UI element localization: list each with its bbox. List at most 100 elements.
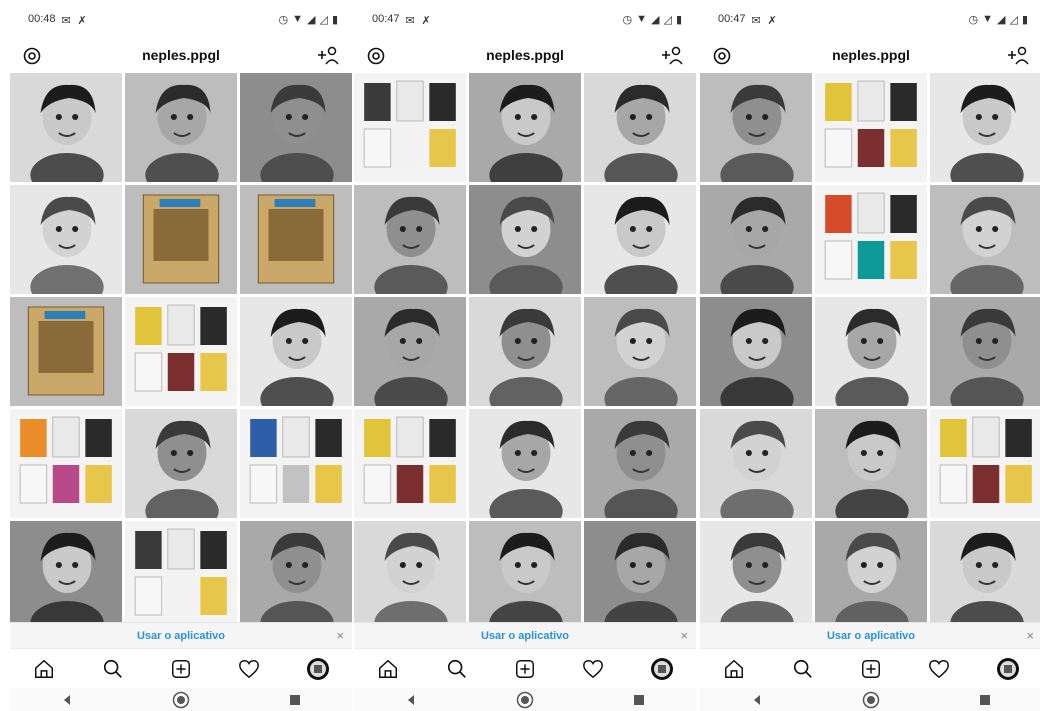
post-thumbnail-portrait-man[interactable] <box>469 297 581 406</box>
post-thumbnail-portrait-woman-laughing[interactable] <box>815 521 927 630</box>
post-thumbnail-book-orange[interactable] <box>354 73 466 182</box>
post-thumbnail-books-on-table[interactable] <box>10 409 122 518</box>
use-app-link[interactable]: Usar o aplicativo <box>481 630 569 642</box>
search-icon[interactable] <box>101 657 125 681</box>
bottom-tab-bar <box>354 648 696 688</box>
app-banner[interactable]: Usar o aplicativo × <box>700 622 1040 648</box>
android-nav-bar <box>700 688 1040 711</box>
use-app-link[interactable]: Usar o aplicativo <box>137 630 225 642</box>
post-thumbnail-books-on-table[interactable] <box>930 409 1040 518</box>
home-icon[interactable] <box>722 657 746 681</box>
app-banner[interactable]: Usar o aplicativo × <box>10 622 352 648</box>
settings-icon[interactable] <box>366 46 386 66</box>
status-bar: 00:48 ✉ ✗ ◷ ▼ ◢ ◿ ▮ <box>10 0 352 38</box>
post-thumbnail-book-stack[interactable] <box>125 297 237 406</box>
profile-header: neples.ppgl <box>354 38 696 72</box>
post-thumbnail-portrait-older-man-glasses[interactable] <box>700 521 812 630</box>
post-thumbnail-portrait-woman-curly[interactable] <box>354 297 466 406</box>
phone-screen-2: 00:47 ✉ ✗ ◷ ▼ ◢ ◿ ▮ neples.ppgl Usar o a… <box>354 0 696 711</box>
post-thumbnail-books-colorful[interactable] <box>125 521 237 630</box>
post-thumbnail-books-colorful[interactable] <box>240 409 352 518</box>
new-post-icon[interactable] <box>859 657 883 681</box>
wifi-icon: ▼ <box>292 13 303 25</box>
post-thumbnail-portrait-man-sunglasses-beard[interactable] <box>469 409 581 518</box>
search-icon[interactable] <box>791 657 815 681</box>
post-thumbnail-magazine-issue[interactable] <box>240 185 352 294</box>
post-thumbnail-portrait-man-glasses[interactable] <box>240 521 352 630</box>
bottom-tab-bar <box>700 648 1040 688</box>
search-icon[interactable] <box>445 657 469 681</box>
profile-avatar-icon[interactable] <box>996 657 1020 681</box>
post-thumbnail-portrait-woman-short-hair[interactable] <box>930 297 1040 406</box>
post-thumbnail-magazine-issue[interactable] <box>125 185 237 294</box>
add-user-icon[interactable] <box>1006 45 1030 65</box>
activity-heart-icon[interactable] <box>237 657 261 681</box>
app-banner[interactable]: Usar o aplicativo × <box>354 622 696 648</box>
activity-heart-icon[interactable] <box>581 657 605 681</box>
close-icon[interactable]: × <box>680 628 688 643</box>
post-thumbnail-portrait-curly-man[interactable] <box>930 185 1040 294</box>
post-thumbnail-magazine-issue[interactable] <box>10 297 122 406</box>
signal-icon: ◢ <box>997 13 1006 26</box>
post-thumbnail-portrait-older-man-glasses[interactable] <box>930 73 1040 182</box>
post-thumbnail-portrait-woman-curly-smiling[interactable] <box>815 409 927 518</box>
profile-header: neples.ppgl <box>700 38 1040 72</box>
home-nav-icon[interactable] <box>862 691 880 709</box>
alarm-icon: ◷ <box>622 13 633 26</box>
close-icon[interactable]: × <box>336 628 344 643</box>
post-thumbnail-portrait-curly-woman-glasses[interactable] <box>700 73 812 182</box>
post-thumbnail-portrait-man-curly-glasses[interactable] <box>125 73 237 182</box>
close-icon[interactable]: × <box>1026 628 1034 643</box>
post-thumbnail-portrait-woman-thinking[interactable] <box>930 521 1040 630</box>
post-thumbnail-portrait-young-man-glasses[interactable] <box>815 297 927 406</box>
profile-avatar-icon[interactable] <box>306 657 330 681</box>
use-app-link[interactable]: Usar o aplicativo <box>827 630 915 642</box>
post-thumbnail-portrait-woman-hand-chin[interactable] <box>240 73 352 182</box>
recent-apps-icon[interactable] <box>976 691 994 709</box>
post-thumbnail-portrait-bald-man-smiling[interactable] <box>354 521 466 630</box>
post-thumbnail-portrait-smiling-woman[interactable] <box>469 185 581 294</box>
post-thumbnail-portrait-woman-smiling[interactable] <box>700 185 812 294</box>
new-post-icon[interactable] <box>513 657 537 681</box>
post-thumbnail-books-colorful[interactable] <box>815 185 927 294</box>
settings-icon[interactable] <box>22 46 42 66</box>
settings-icon[interactable] <box>712 46 732 66</box>
post-thumbnail-portrait-young-man-glasses[interactable] <box>584 185 696 294</box>
post-thumbnail-portrait-man-glasses-beard[interactable] <box>125 409 237 518</box>
home-icon[interactable] <box>32 657 56 681</box>
wifi-icon: ▼ <box>636 13 647 25</box>
post-thumbnail-portrait-older-man-cap[interactable] <box>469 73 581 182</box>
post-thumbnail-portrait-smiling-woman-short-hair[interactable] <box>10 73 122 182</box>
post-thumbnail-portrait-young-man-glasses[interactable] <box>10 185 122 294</box>
post-thumbnail-books-on-table[interactable] <box>354 409 466 518</box>
back-icon[interactable] <box>402 691 420 709</box>
post-thumbnail-portrait-curly-woman-glasses[interactable] <box>469 521 581 630</box>
add-user-icon[interactable] <box>316 45 340 65</box>
back-icon[interactable] <box>748 691 766 709</box>
profile-username: neples.ppgl <box>486 47 564 63</box>
post-thumbnail-portrait-smiling-woman[interactable] <box>584 409 696 518</box>
mail-icon: ✉ <box>61 15 71 27</box>
post-thumbnail-portrait-older-man[interactable] <box>700 409 812 518</box>
post-thumbnail-portrait-woman-smiling[interactable] <box>240 297 352 406</box>
home-nav-icon[interactable] <box>172 691 190 709</box>
profile-avatar-icon[interactable] <box>650 657 674 681</box>
profile-username: neples.ppgl <box>142 47 220 63</box>
post-thumbnail-books-on-table[interactable] <box>815 73 927 182</box>
activity-heart-icon[interactable] <box>927 657 951 681</box>
phone-screen-1: 00:48 ✉ ✗ ◷ ▼ ◢ ◿ ▮ neples.ppgl Usar o a… <box>10 0 352 711</box>
post-thumbnail-portrait-older-woman-glasses[interactable] <box>10 521 122 630</box>
post-thumbnail-portrait-older-man[interactable] <box>584 521 696 630</box>
post-thumbnail-portrait-older-woman-glasses[interactable] <box>584 73 696 182</box>
add-user-icon[interactable] <box>660 45 684 65</box>
home-icon[interactable] <box>376 657 400 681</box>
post-thumbnail-portrait-bearded-man-glasses[interactable] <box>354 185 466 294</box>
recent-apps-icon[interactable] <box>630 691 648 709</box>
new-post-icon[interactable] <box>169 657 193 681</box>
back-icon[interactable] <box>58 691 76 709</box>
post-thumbnail-portrait-blonde-woman[interactable] <box>584 297 696 406</box>
home-nav-icon[interactable] <box>516 691 534 709</box>
profile-header: neples.ppgl <box>10 38 352 72</box>
post-thumbnail-portrait-woman-dark-curly[interactable] <box>700 297 812 406</box>
recent-apps-icon[interactable] <box>286 691 304 709</box>
